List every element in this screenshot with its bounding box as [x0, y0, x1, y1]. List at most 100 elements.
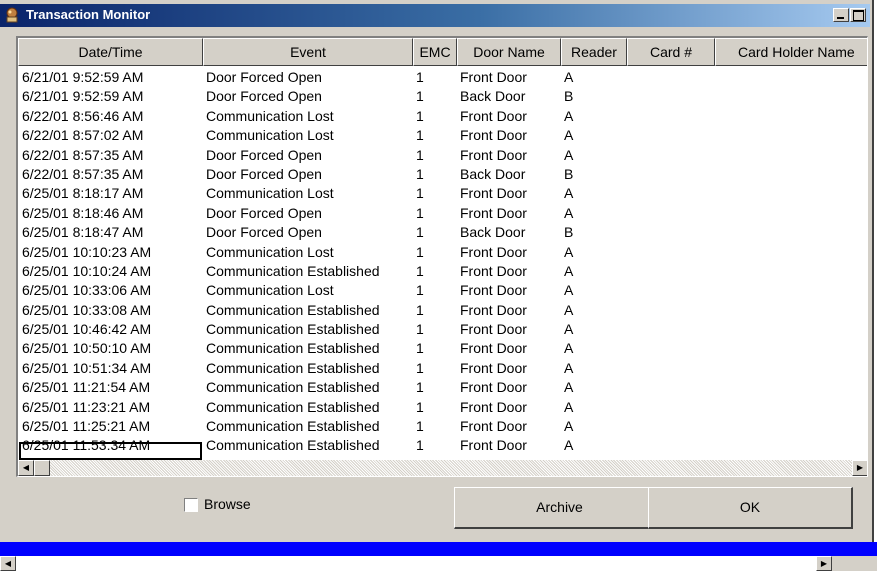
cell-event: Communication Established [206, 418, 380, 435]
cell-emc: 1 [416, 282, 424, 299]
scroll-right-button[interactable]: ▶ [852, 460, 867, 476]
list-header: Date/Time Event EMC Door Name Reader Car… [18, 38, 867, 66]
transaction-monitor-window: Transaction Monitor Date/Time Event EMC … [0, 0, 874, 542]
cell-emc: 1 [416, 379, 424, 396]
cell-reader: A [564, 301, 574, 318]
cell-event: Communication Established [206, 340, 380, 357]
table-row[interactable]: 6/25/01 10:33:08 AM Communication Establi… [18, 301, 867, 320]
table-row[interactable]: 6/21/01 9:52:59 AM Door Forced Open 1 Front… [18, 68, 867, 87]
table-row[interactable]: 6/21/01 9:52:59 AM Door Forced Open 1 Back … [18, 87, 867, 106]
cell-date-time: 6/25/01 10:33:08 AM [22, 301, 152, 318]
column-header-card-number[interactable]: Card # [627, 38, 715, 66]
table-row[interactable]: 6/22/01 8:56:46 AM Communication Lost 1 Fro… [18, 107, 867, 126]
title-bar[interactable]: Transaction Monitor [0, 4, 870, 27]
cell-event: Communication Established [206, 262, 380, 279]
cell-door-name: Front Door [460, 340, 527, 357]
cell-event: Communication Lost [206, 282, 334, 299]
cell-emc: 1 [416, 69, 424, 85]
cell-date-time: 6/25/01 11:21:54 AM [22, 379, 151, 396]
cell-emc: 1 [416, 340, 424, 357]
cell-reader: B [564, 88, 574, 105]
cell-event: Communication Established [206, 398, 380, 415]
cell-date-time: 6/22/01 8:57:35 AM [22, 165, 144, 182]
table-row[interactable]: 6/25/01 11:25:21 AM Communication Establi… [18, 417, 867, 436]
cell-date-time: 6/25/01 11:25:21 AM [22, 418, 151, 435]
table-row[interactable]: 6/25/01 11:21:54 AM Communication Establi… [18, 378, 867, 397]
table-row[interactable]: 6/25/01 8:18:17 AM Communication Lost 1 Fro… [18, 184, 867, 203]
table-row[interactable]: 6/25/01 10:46:42 AM Communication Establi… [18, 320, 867, 339]
table-row[interactable]: 6/22/01 8:57:02 AM Communication Lost 1 Fro… [18, 126, 867, 145]
cell-emc: 1 [416, 88, 424, 105]
table-row[interactable]: 6/25/01 10:10:24 AM Communication Establi… [18, 262, 867, 281]
browse-label[interactable]: Browse [204, 496, 251, 512]
column-header-emc[interactable]: EMC [413, 38, 457, 66]
transaction-list[interactable]: Date/Time Event EMC Door Name Reader Car… [16, 36, 868, 477]
column-header-event[interactable]: Event [203, 38, 413, 66]
status-bar [0, 542, 877, 556]
cell-reader: A [564, 282, 574, 299]
cell-emc: 1 [416, 204, 424, 221]
cell-emc: 1 [416, 185, 424, 202]
bottom-scroll-right-button[interactable]: ▶ [816, 556, 832, 571]
cell-emc: 1 [416, 127, 424, 144]
table-row[interactable]: 6/22/01 8:57:35 AM Door Forced Open 1 Front… [18, 146, 867, 165]
cell-emc: 1 [416, 224, 424, 241]
cell-reader: A [564, 127, 574, 144]
browse-checkbox[interactable] [184, 498, 198, 512]
cell-reader: A [564, 359, 574, 376]
cell-event: Communication Established [206, 301, 380, 318]
column-header-date-time[interactable]: Date/Time [18, 38, 203, 66]
minimize-button[interactable] [833, 8, 849, 22]
table-row[interactable]: 6/25/01 10:51:34 AM Communication Establi… [18, 359, 867, 378]
cell-door-name: Back Door [460, 88, 526, 105]
ok-button[interactable]: OK [648, 487, 853, 529]
cell-door-name: Back Door [460, 165, 526, 182]
cell-door-name: Front Door [460, 69, 527, 85]
cell-event: Door Forced Open [206, 224, 322, 241]
cell-door-name: Front Door [460, 146, 527, 163]
cell-date-time: 6/25/01 10:33:06 AM [22, 282, 152, 299]
cell-door-name: Front Door [460, 359, 527, 376]
cell-date-time: 6/25/01 8:18:17 AM [22, 185, 144, 202]
cell-date-time: 6/25/01 10:10:23 AM [22, 243, 152, 260]
cell-door-name: Front Door [460, 127, 527, 144]
column-header-reader[interactable]: Reader [561, 38, 627, 66]
horizontal-scrollbar[interactable]: ◀ ▶ [18, 460, 867, 476]
column-header-card-holder-name[interactable]: Card Holder Name [715, 38, 867, 66]
bottom-scrollbar[interactable]: ◀ ▶ [0, 556, 877, 571]
cell-reader: A [564, 107, 574, 124]
scroll-thumb[interactable] [34, 460, 50, 476]
cell-reader: A [564, 262, 574, 279]
maximize-button[interactable] [850, 8, 866, 22]
cell-event: Door Forced Open [206, 204, 322, 221]
cell-reader: A [564, 398, 574, 415]
cell-event: Communication Established [206, 359, 380, 376]
cell-door-name: Front Door [460, 379, 527, 396]
cell-reader: A [564, 146, 574, 163]
cell-emc: 1 [416, 243, 424, 260]
cell-reader: B [564, 165, 574, 182]
maximize-icon [853, 10, 864, 21]
cell-date-time: 6/25/01 8:18:47 AM [22, 224, 144, 241]
scroll-left-button[interactable]: ◀ [18, 460, 34, 476]
cell-door-name: Front Door [460, 398, 527, 415]
archive-button[interactable]: Archive [454, 487, 666, 529]
table-row[interactable]: 6/25/01 10:10:23 AM Communication Lost 1 Fr… [18, 243, 867, 262]
bottom-scroll-track[interactable] [16, 556, 816, 571]
cell-date-time: 6/25/01 8:18:46 AM [22, 204, 144, 221]
cell-door-name: Front Door [460, 418, 527, 435]
table-row[interactable]: 6/25/01 11:23:21 AM Communication Establi… [18, 398, 867, 417]
table-row[interactable]: 6/22/01 8:57:35 AM Door Forced Open 1 Back … [18, 165, 867, 184]
cell-door-name: Front Door [460, 437, 527, 454]
cell-emc: 1 [416, 321, 424, 338]
table-row[interactable]: 6/25/01 10:33:06 AM Communication Lost 1 Fr… [18, 281, 867, 300]
cell-date-time: 6/25/01 11:23:21 AM [22, 398, 151, 415]
cell-date-time: 6/25/01 10:50:10 AM [22, 340, 152, 357]
table-row[interactable]: 6/25/01 8:18:46 AM Door Forced Open 1 Front… [18, 204, 867, 223]
table-row[interactable]: 6/25/01 8:18:47 AM Door Forced Open 1 Back … [18, 223, 867, 242]
table-row[interactable]: 6/25/01 10:50:10 AM Communication Establi… [18, 339, 867, 358]
cell-event: Door Forced Open [206, 88, 322, 105]
column-header-door-name[interactable]: Door Name [457, 38, 561, 66]
bottom-scroll-left-button[interactable]: ◀ [0, 556, 16, 571]
cell-door-name: Front Door [460, 185, 527, 202]
